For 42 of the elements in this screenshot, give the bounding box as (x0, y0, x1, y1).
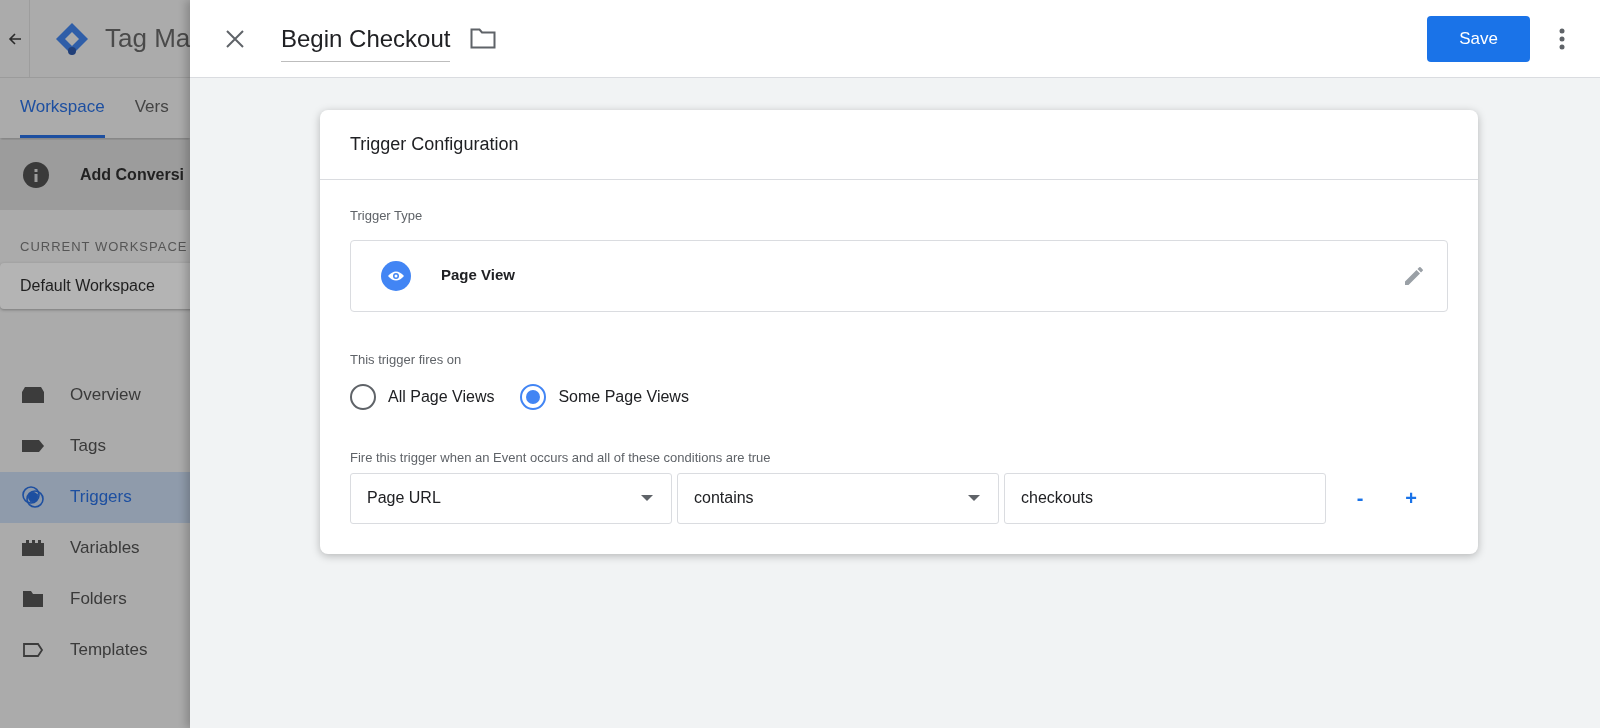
operator-dropdown[interactable]: contains (677, 472, 999, 524)
name-field[interactable]: Begin Checkout (281, 15, 451, 62)
variable-dropdown[interactable]: Page URL (350, 472, 672, 524)
section-label: This trigger fires on (350, 350, 463, 369)
close-icon[interactable] (224, 27, 246, 50)
add-condition-button[interactable]: + (1402, 483, 1420, 513)
dropdown-caret-icon (641, 495, 653, 501)
card-title: Trigger Configuration (350, 133, 519, 156)
remove-condition-button[interactable]: - (1351, 483, 1369, 513)
section-heading: CURRENT WORKSPACE (19, 238, 189, 256)
tab[interactable]: Vers (134, 78, 169, 138)
trigger-type-name: Page View (441, 265, 515, 286)
eye-icon (381, 260, 411, 291)
blocks-icon (20, 539, 46, 557)
dropdown-caret-icon (968, 495, 980, 501)
radio-button[interactable] (350, 384, 376, 410)
workspace-selector[interactable]: Default Workspace (0, 262, 190, 309)
value-field[interactable]: checkouts (1004, 472, 1326, 524)
radio-label: All Page Views (388, 387, 495, 407)
section-label: Trigger Type (350, 207, 424, 225)
nav-item[interactable]: Folders (0, 573, 190, 625)
more-options-icon[interactable] (1558, 26, 1566, 51)
drawer-icon (20, 386, 46, 404)
nav-item[interactable]: Triggers (0, 471, 190, 523)
nav-item[interactable]: Templates (0, 624, 190, 676)
tag-icon (20, 437, 46, 455)
radio-label: Some Page Views (558, 387, 689, 407)
app-title: Tag Ma (105, 22, 190, 55)
info-icon (23, 162, 49, 188)
nav-item[interactable]: Tags (0, 420, 190, 472)
tag-outline-icon (20, 642, 46, 658)
section-label: Fire this trigger when an Event occurs and all of these conditions are true (350, 449, 772, 467)
nav-item[interactable]: Variables (0, 522, 190, 574)
nav-item[interactable]: Overview (0, 369, 190, 421)
pencil-icon[interactable] (1403, 264, 1425, 287)
save-button[interactable]: Save (1427, 15, 1530, 62)
overlapping-circles-icon (20, 485, 46, 509)
trigger-type-box[interactable]: Page View (350, 239, 1448, 312)
folder-icon[interactable] (470, 28, 497, 49)
notice-text: Add Conversi (80, 165, 184, 185)
folder-icon (20, 590, 46, 608)
radio-button[interactable] (520, 384, 547, 410)
